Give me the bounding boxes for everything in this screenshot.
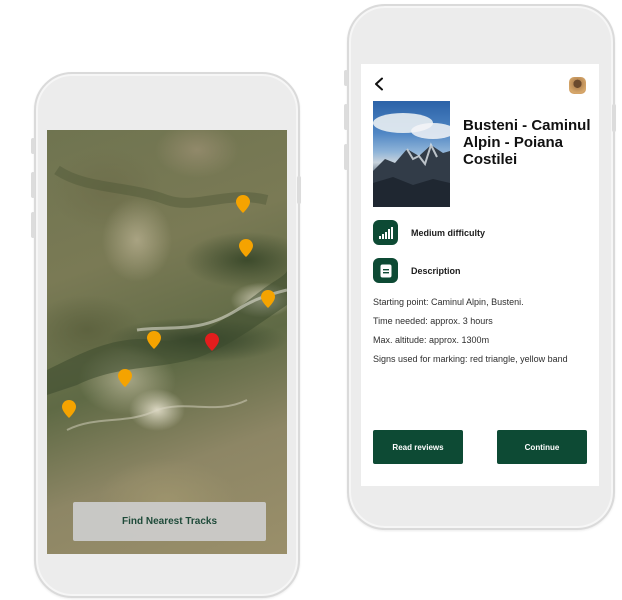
marking-signs-text: Signs used for marking: red triangle, ye…: [373, 354, 568, 364]
phone-side-button: [31, 212, 35, 238]
user-avatar[interactable]: [569, 77, 586, 94]
document-icon: [373, 258, 398, 283]
map-pin-icon[interactable]: [239, 239, 253, 257]
read-reviews-button[interactable]: Read reviews: [373, 430, 463, 464]
difficulty-row: Medium difficulty: [373, 220, 485, 245]
continue-button[interactable]: Continue: [497, 430, 587, 464]
map-pin-icon[interactable]: [236, 195, 250, 213]
time-needed-text: Time needed: approx. 3 hours: [373, 316, 493, 326]
signal-bars-icon: [373, 220, 398, 245]
map-pin-icon[interactable]: [118, 369, 132, 387]
track-detail-screen: Busteni - Caminul Alpin - Poiana Costile…: [361, 64, 599, 486]
chevron-left-icon[interactable]: [373, 77, 385, 91]
phone-side-button: [612, 104, 616, 132]
phone-side-button: [344, 144, 348, 170]
map-terrain: [47, 165, 287, 431]
phone-side-button: [344, 70, 348, 86]
find-nearest-tracks-button[interactable]: Find Nearest Tracks: [73, 502, 266, 541]
phone-side-button: [297, 176, 301, 204]
difficulty-label: Medium difficulty: [411, 227, 485, 238]
phone-side-button: [344, 104, 348, 130]
phone-side-button: [31, 172, 35, 198]
selected-map-pin-icon[interactable]: [205, 333, 219, 351]
max-altitude-text: Max. altitude: approx. 1300m: [373, 335, 490, 345]
phone-side-button: [31, 138, 35, 154]
map-pin-icon[interactable]: [147, 331, 161, 349]
satellite-map[interactable]: Find Nearest Tracks: [47, 130, 287, 554]
map-pin-icon[interactable]: [62, 400, 76, 418]
description-label: Description: [411, 265, 461, 276]
track-title: Busteni - Caminul Alpin - Poiana Costile…: [463, 117, 591, 168]
description-row[interactable]: Description: [373, 258, 461, 283]
starting-point-text: Starting point: Caminul Alpin, Busteni.: [373, 297, 524, 307]
track-photo: [373, 101, 450, 207]
map-pin-icon[interactable]: [261, 290, 275, 308]
